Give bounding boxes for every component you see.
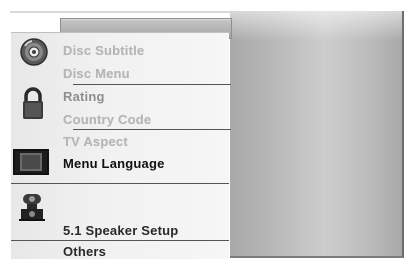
menu-item-tv-aspect[interactable]: TV Aspect <box>63 134 128 149</box>
divider <box>11 240 229 241</box>
setup-menu-screen: Disc Subtitle Disc Menu Rating Country C… <box>0 0 406 262</box>
divider <box>11 183 229 184</box>
lock-icon <box>21 87 45 121</box>
setup-menu-list: Disc Subtitle Disc Menu Rating Country C… <box>11 32 231 259</box>
divider <box>73 129 231 130</box>
tv-screen-icon <box>13 149 49 175</box>
speaker-icon <box>19 192 45 222</box>
menu-item-country-code[interactable]: Country Code <box>63 112 151 127</box>
menu-item-speaker-setup[interactable]: 5.1 Speaker Setup <box>63 223 178 238</box>
top-divider <box>10 11 230 13</box>
menu-item-disc-menu[interactable]: Disc Menu <box>63 66 130 81</box>
preview-panel <box>230 11 404 258</box>
divider <box>73 84 231 85</box>
menu-item-disc-subtitle[interactable]: Disc Subtitle <box>63 43 144 58</box>
disc-icon <box>19 37 49 67</box>
menu-item-others[interactable]: Others <box>63 244 106 259</box>
menu-item-menu-language[interactable]: Menu Language <box>63 156 165 171</box>
menu-item-rating[interactable]: Rating <box>63 89 105 104</box>
